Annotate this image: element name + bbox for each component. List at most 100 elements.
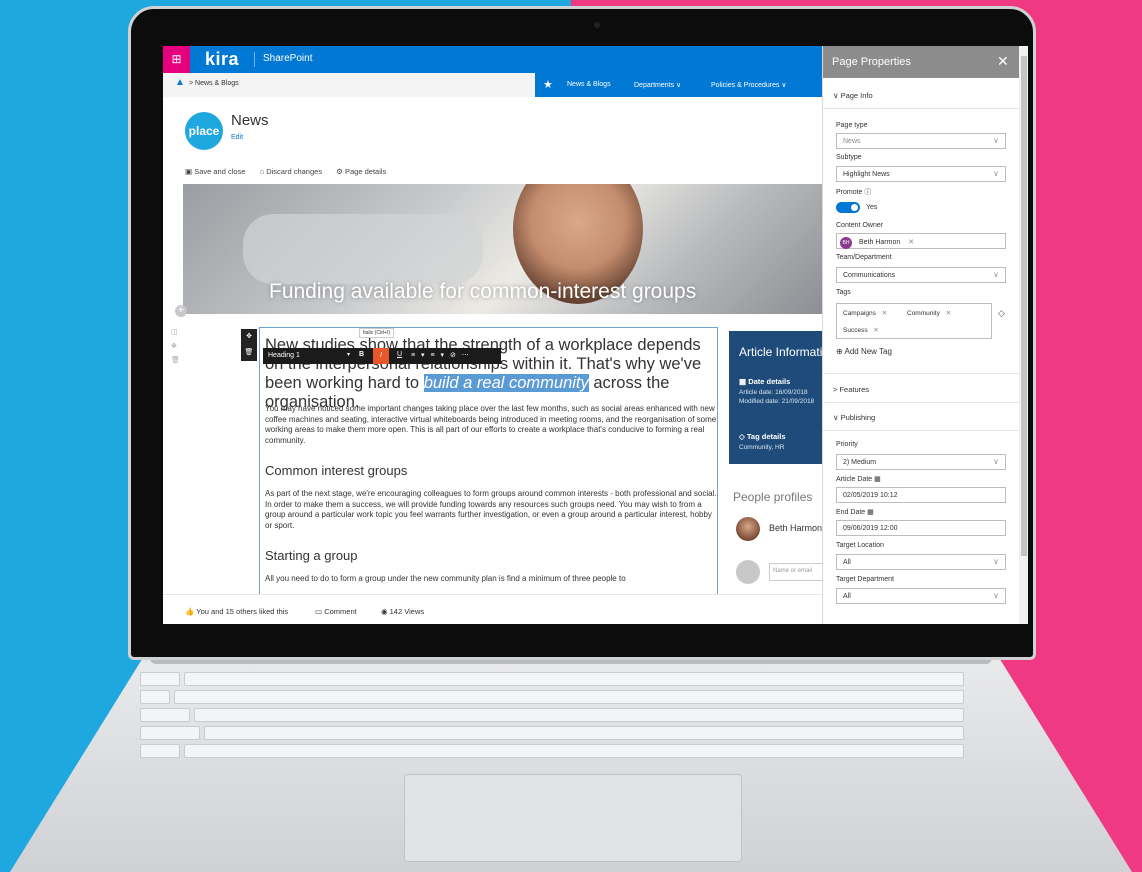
person-name[interactable]: Beth Harmon <box>769 523 822 533</box>
page-details-button[interactable]: ⚙ Page details <box>336 167 386 176</box>
article-information-panel: Article Information ▦ Date details Artic… <box>729 331 827 464</box>
remove-tag-icon[interactable]: ✕ <box>873 327 878 334</box>
publishing-section[interactable]: ∨ Publishing <box>833 413 875 422</box>
lead-highlighted-text[interactable]: build a real community <box>423 374 589 392</box>
discard-changes-button[interactable]: ⌂ Discard changes <box>260 167 323 176</box>
promote-toggle[interactable] <box>836 202 860 213</box>
team-department-select[interactable]: Communications ∨ <box>836 267 1006 283</box>
page-footer: 👍 You and 15 others liked this ▭ Comment… <box>163 594 823 624</box>
scrollbar-thumb[interactable] <box>1021 56 1027 556</box>
avatar[interactable] <box>736 517 760 541</box>
content-owner-picker[interactable]: Beth Harmon ✕ <box>836 233 1006 249</box>
brand-logo[interactable]: kira <box>205 49 239 70</box>
subtype-value: Highlight News <box>843 171 890 178</box>
chevron-down-icon[interactable]: ▾ <box>347 351 350 358</box>
end-date-input[interactable]: 09/06/2019 12:00 <box>836 520 1006 536</box>
home-icon[interactable]: ▲ <box>175 77 185 88</box>
command-bar: ▣ Save and close ⌂ Discard changes ⚙ Pag… <box>185 167 398 176</box>
bold-button[interactable]: B <box>359 351 364 358</box>
italic-button[interactable]: I <box>373 348 389 364</box>
article-date-label: Article Date ▦ <box>836 475 881 483</box>
tag-chip[interactable]: Success ✕ <box>843 326 879 334</box>
subtype-label: Subtype <box>836 154 862 161</box>
tag-details-label: ◇ Tag details <box>739 432 786 441</box>
nav-item-news-blogs[interactable]: News & Blogs <box>567 81 611 88</box>
calendar-icon: ▦ <box>739 377 747 386</box>
chevron-down-icon: ∨ <box>993 457 999 466</box>
nav-item-policies[interactable]: Policies & Procedures ∨ <box>711 81 787 89</box>
tag-label: Success <box>843 327 868 334</box>
heading-starting-group[interactable]: Starting a group <box>265 548 358 563</box>
move-section-icon[interactable]: ✥ <box>171 340 181 354</box>
italic-tooltip: Italic (Ctrl+I) <box>359 328 395 338</box>
add-section-icon[interactable]: + <box>175 305 187 317</box>
body-paragraph-1[interactable]: You may have noticed some important chan… <box>265 404 717 446</box>
keyboard <box>140 672 1002 762</box>
info-icon[interactable]: ⓘ <box>864 189 871 196</box>
tags-picker[interactable]: Campaigns ✕ Community ✕ Success ✕ <box>836 303 992 339</box>
team-department-label: Team/Department <box>836 254 892 261</box>
breadcrumb[interactable]: > News & Blogs <box>189 80 239 87</box>
save-icon: ▣ <box>185 167 193 176</box>
save-label: Save and close <box>194 167 246 176</box>
gear-icon: ⚙ <box>336 167 343 176</box>
tag-label: Campaigns <box>843 310 876 317</box>
views-count: ◉ 142 Views <box>381 607 424 616</box>
move-icon[interactable]: ✥ <box>241 329 257 345</box>
more-formatting-buttons[interactable]: ≡ ▾ ≡ ▾ ⊘ ⋯ <box>411 351 471 359</box>
save-and-close-button[interactable]: ▣ Save and close <box>185 167 245 176</box>
app-launcher-icon[interactable]: ⊞ <box>163 46 190 73</box>
add-new-tag-button[interactable]: ⊕ Add New Tag <box>836 347 892 356</box>
comment-icon: ▭ <box>315 607 323 616</box>
site-edit-link[interactable]: Edit <box>231 134 243 141</box>
owner-name: Beth Harmon <box>859 239 901 246</box>
article-date-input[interactable]: 02/05/2019 10:12 <box>836 487 1006 503</box>
features-section[interactable]: > Features <box>833 385 869 394</box>
tag-chip[interactable]: Community ✕ <box>907 309 951 317</box>
product-name[interactable]: SharePoint <box>263 53 312 64</box>
chevron-down-icon: ∨ <box>993 270 999 279</box>
like-button[interactable]: 👍 You and 15 others liked this <box>185 607 288 616</box>
page-info-section[interactable]: ∨ Page Info <box>833 91 873 100</box>
body-paragraph-3[interactable]: All you need to do to form a group under… <box>265 574 717 585</box>
scrollbar[interactable] <box>1019 46 1028 624</box>
hero-title[interactable]: Funding available for common-interest gr… <box>269 280 696 304</box>
owner-avatar: BH <box>840 237 852 249</box>
panel-header: Page Properties ✕ <box>823 46 1028 78</box>
chevron-down-icon: ∨ <box>993 591 999 600</box>
heading-style-select[interactable]: Heading 1 <box>268 352 300 359</box>
remove-tag-icon[interactable]: ✕ <box>882 310 887 317</box>
nav-item-departments[interactable]: Departments ∨ <box>634 81 681 89</box>
person-search-input[interactable]: Name or email <box>769 563 829 581</box>
tag-chip[interactable]: Campaigns ✕ <box>843 309 887 317</box>
page-type-select[interactable]: News ∨ <box>836 133 1006 149</box>
chevron-down-icon: ∨ <box>993 169 999 178</box>
remove-owner-icon[interactable]: ✕ <box>908 239 914 246</box>
delete-icon[interactable]: 🗑 <box>241 345 257 361</box>
comment-button[interactable]: ▭ Comment <box>315 607 357 616</box>
edit-section-icon[interactable]: ◫ <box>171 326 181 340</box>
end-date-value: 09/06/2019 12:00 <box>843 525 898 532</box>
discard-label: Discard changes <box>266 167 323 176</box>
body-paragraph-2[interactable]: As part of the next stage, we're encoura… <box>265 489 717 531</box>
target-department-select[interactable]: All ∨ <box>836 588 1006 604</box>
date-details-label: ▦ Date details <box>739 377 790 386</box>
calendar-icon[interactable]: ▦ <box>874 476 881 483</box>
priority-select[interactable]: 2) Medium ∨ <box>836 454 1006 470</box>
close-icon[interactable]: ✕ <box>997 53 1009 70</box>
subtype-select[interactable]: Highlight News ∨ <box>836 166 1006 182</box>
hero-image[interactable]: Funding available for common-interest gr… <box>183 184 823 314</box>
tags-label: Tags <box>836 289 851 296</box>
underline-button[interactable]: U <box>397 351 402 358</box>
target-location-select[interactable]: All ∨ <box>836 554 1006 570</box>
divider <box>823 373 1019 374</box>
divider <box>823 402 1019 403</box>
remove-tag-icon[interactable]: ✕ <box>946 310 951 317</box>
site-logo[interactable]: place <box>185 112 223 150</box>
heading-common-interest[interactable]: Common interest groups <box>265 463 407 478</box>
tag-icon[interactable]: ◇ <box>998 308 1005 319</box>
calendar-icon[interactable]: ▦ <box>867 509 874 516</box>
star-icon[interactable]: ★ <box>543 78 553 91</box>
delete-section-icon[interactable]: 🗑 <box>171 354 181 368</box>
tag-values[interactable]: Community, HR <box>739 444 784 451</box>
